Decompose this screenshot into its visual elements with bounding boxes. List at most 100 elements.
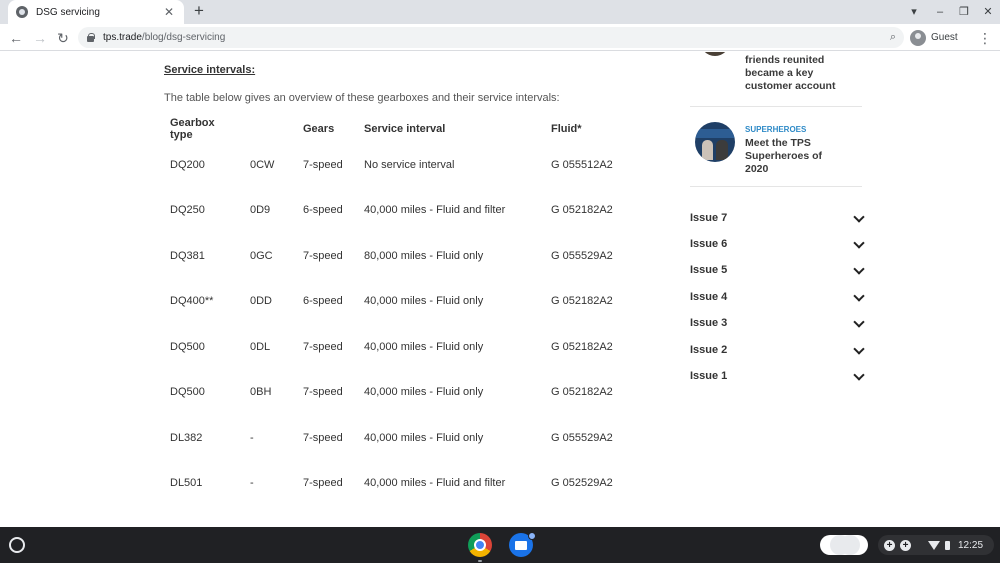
cell-gears: 6-speed: [303, 204, 343, 217]
cell-fluid: G 052182A2: [551, 340, 613, 353]
cell-service-interval: 40,000 miles - Fluid only: [364, 431, 484, 444]
browser-tab[interactable]: DSG servicing ✕: [8, 0, 184, 24]
profile-button[interactable]: Guest: [910, 27, 958, 48]
tab-close-icon[interactable]: ✕: [162, 5, 176, 19]
profile-label: Guest: [931, 32, 958, 43]
lock-icon[interactable]: [86, 33, 95, 42]
card-title-line: Meet the TPS: [745, 137, 811, 149]
issue-accordion-4[interactable]: Issue 4: [690, 287, 864, 307]
chevron-down-icon: [854, 345, 864, 355]
issue-label: Issue 2: [690, 344, 728, 356]
tab-title: DSG servicing: [36, 6, 100, 18]
close-window-icon[interactable]: ✕: [980, 4, 996, 20]
holding-space-icon[interactable]: [820, 535, 868, 555]
forward-arrow-icon[interactable]: →: [30, 28, 50, 48]
table-row: DL501 - 7-speed 40,000 miles - Fluid and…: [164, 461, 635, 507]
cell-gearbox-type: DQ250: [170, 204, 205, 217]
cell-gearbox-type: DL382: [170, 431, 203, 444]
cell-code: 0CW: [250, 158, 275, 171]
cell-gears: 7-speed: [303, 386, 343, 399]
files-app-icon[interactable]: [509, 532, 536, 557]
cell-gears: 7-speed: [303, 340, 343, 353]
site-favicon-icon: [16, 6, 28, 18]
tab-search-icon[interactable]: ▾: [906, 4, 922, 20]
new-tab-button[interactable]: +: [190, 2, 208, 20]
guest-avatar-icon: [910, 29, 926, 46]
issue-label: Issue 7: [690, 212, 728, 224]
thumbnail-banner: [695, 129, 735, 138]
table-header-row: Gearbox type Gears Service interval Flui…: [164, 116, 635, 142]
card-category[interactable]: SUPERHEROES: [745, 123, 822, 136]
issue-accordion-6[interactable]: Issue 6: [690, 234, 864, 254]
minimize-icon[interactable]: –: [932, 4, 948, 20]
cell-gears: 7-speed: [303, 477, 343, 490]
thumbnail-person-1: [702, 140, 713, 160]
table-row: DL382 - 7-speed 40,000 miles - Fluid onl…: [164, 415, 635, 461]
cell-code: 0D9: [250, 204, 271, 217]
add-icon: +: [884, 539, 895, 551]
sidebar-article-card-2[interactable]: SUPERHEROES Meet the TPS Superheroes of …: [745, 123, 822, 176]
cell-service-interval: 40,000 miles - Fluid and filter: [364, 477, 506, 490]
cell-fluid: G 055529A2: [551, 431, 613, 444]
os-shelf: + + 12:25: [0, 527, 1000, 563]
issue-accordion-7[interactable]: Issue 7: [690, 208, 864, 228]
cell-code: 0GC: [250, 249, 273, 262]
issue-label: Issue 3: [690, 317, 728, 329]
cell-gearbox-type: DQ381: [170, 249, 205, 262]
chevron-down-icon: [854, 213, 864, 223]
cell-code: 0DL: [250, 340, 271, 353]
more-menu-icon[interactable]: ⋮: [978, 28, 992, 48]
col-header-gears: Gears: [303, 123, 335, 135]
search-icon[interactable]: ⌕: [890, 31, 896, 44]
cell-code: -: [250, 477, 254, 490]
table-row: DQ500 0DL 7-speed 40,000 miles - Fluid o…: [164, 324, 635, 370]
chevron-down-icon: [854, 292, 864, 302]
cell-gearbox-type: DL501: [170, 477, 203, 490]
battery-icon: [945, 540, 950, 550]
cell-fluid: G 055529A2: [551, 249, 613, 262]
clock-time: 12:25: [958, 539, 984, 551]
cell-fluid: G 055512A2: [551, 158, 613, 171]
cell-code: 0DD: [250, 295, 273, 308]
issue-label: Issue 1: [690, 370, 728, 382]
issue-accordion-3[interactable]: Issue 3: [690, 313, 864, 333]
article-thumbnail-partial[interactable]: [700, 52, 730, 56]
cell-code: 0BH: [250, 386, 272, 399]
issue-accordion-2[interactable]: Issue 2: [690, 340, 864, 360]
cell-gears: 7-speed: [303, 249, 343, 262]
issue-label: Issue 4: [690, 291, 728, 303]
col-header-service-interval: Service interval: [364, 123, 446, 135]
card-title-line: became a key: [745, 67, 814, 79]
col-header-gearbox-type: Gearbox type: [170, 117, 215, 141]
chrome-app-icon[interactable]: [468, 533, 492, 557]
issue-accordion-1[interactable]: Issue 1: [690, 366, 864, 386]
issue-accordion-5[interactable]: Issue 5: [690, 260, 864, 280]
launcher-icon[interactable]: [9, 537, 25, 553]
issue-label: Issue 6: [690, 238, 728, 250]
cell-fluid: G 052182A2: [551, 386, 613, 399]
running-indicator: [478, 560, 482, 562]
address-bar[interactable]: tps.trade/blog/dsg-servicing ⌕: [78, 27, 904, 48]
cell-gears: 7-speed: [303, 431, 343, 444]
wifi-icon: [928, 540, 940, 550]
cell-gears: 6-speed: [303, 295, 343, 308]
table-row: DQ200 0CW 7-speed No service interval G …: [164, 142, 635, 188]
url-text[interactable]: tps.trade/blog/dsg-servicing: [103, 32, 890, 43]
restore-icon[interactable]: ❐: [956, 4, 972, 20]
cell-fluid: G 052529A2: [551, 477, 613, 490]
cell-service-interval: 40,000 miles - Fluid only: [364, 295, 484, 308]
status-tray[interactable]: + + 12:25: [878, 535, 994, 555]
back-arrow-icon[interactable]: ←: [6, 28, 26, 48]
service-interval-table: Gearbox type Gears Service interval Flui…: [164, 116, 635, 506]
sidebar-article-card-1[interactable]: friends reunited became a key customer a…: [745, 54, 835, 93]
sidebar-divider: [690, 186, 862, 187]
table-row: DQ381 0GC 7-speed 80,000 miles - Fluid o…: [164, 233, 635, 279]
chevron-down-icon: [854, 265, 864, 275]
browser-toolbar: ← → ↻ tps.trade/blog/dsg-servicing ⌕ Gue…: [0, 24, 1000, 51]
cell-gearbox-type: DQ500: [170, 340, 205, 353]
cell-service-interval: 80,000 miles - Fluid only: [364, 249, 484, 262]
col-header-code: [244, 116, 297, 142]
reload-icon[interactable]: ↻: [53, 28, 73, 48]
superheroes-thumbnail[interactable]: [695, 122, 735, 162]
cell-service-interval: No service interval: [364, 158, 455, 171]
